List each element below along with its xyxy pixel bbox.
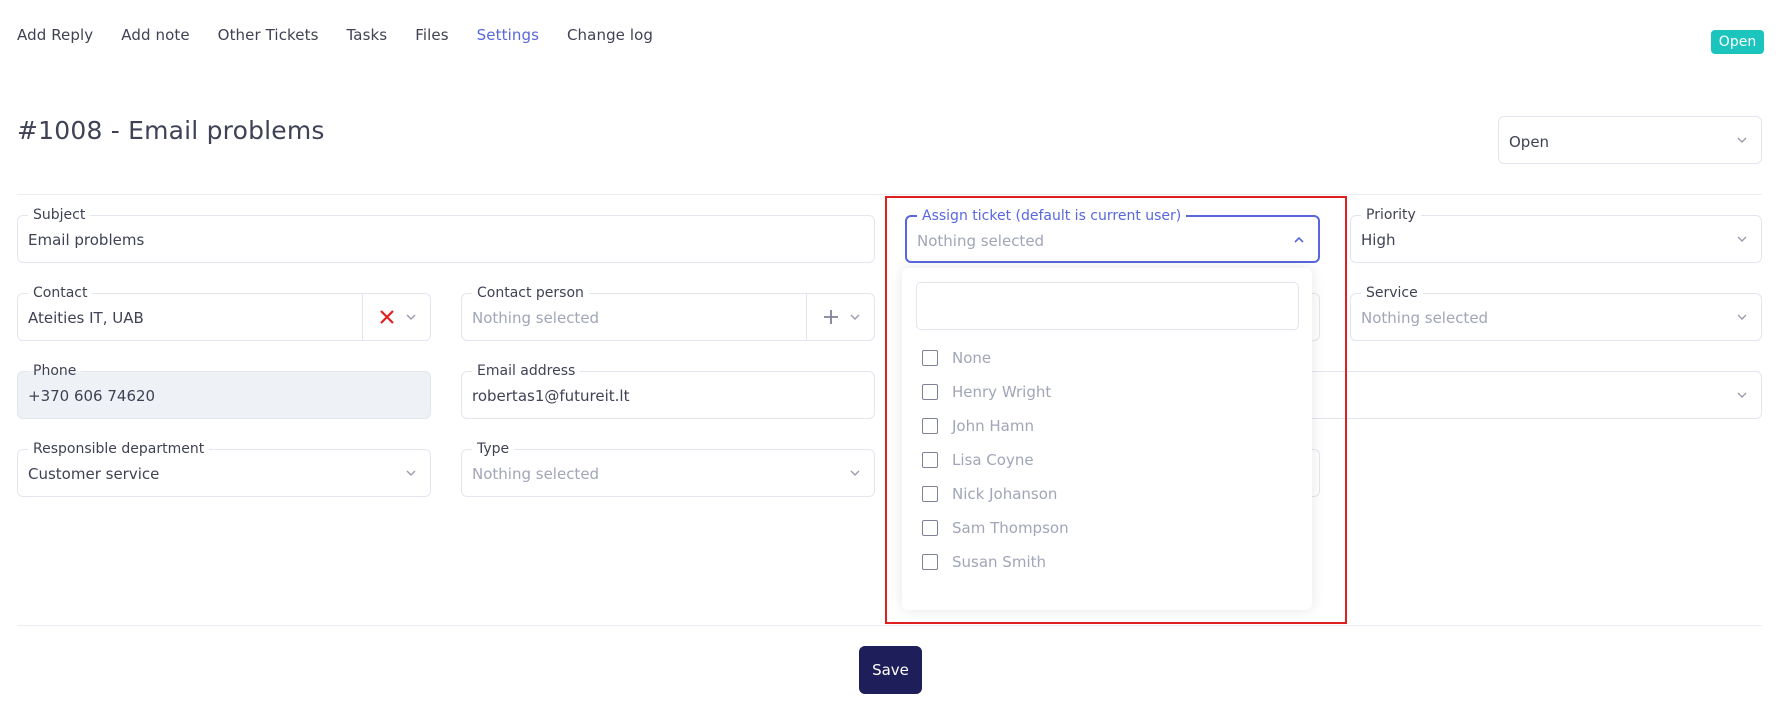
clear-x-icon[interactable] [376,306,398,328]
option-label: Nick Johanson [952,485,1058,503]
chevron-down-icon [1737,236,1747,242]
chevron-down-icon [406,314,416,320]
department-value: Customer service [28,465,160,483]
assign-ticket-select[interactable]: Assign ticket (default is current user) … [905,207,1320,263]
checkbox[interactable] [922,452,938,468]
contact-person-label: Contact person [472,284,589,302]
checkbox[interactable] [922,350,938,366]
subject-value: Email problems [28,231,145,249]
assign-option-none[interactable]: None [922,346,991,370]
footer-divider [17,625,1762,626]
nav-other-tickets[interactable]: Other Tickets [218,26,319,44]
nav-add-note[interactable]: Add note [121,26,189,44]
service-select[interactable]: Service Nothing selected [1350,284,1762,341]
contact-value: Ateities IT, UAB [28,309,144,327]
phone-field: Phone +370 606 74620 [17,362,431,419]
service-placeholder: Nothing selected [1361,309,1489,327]
chevron-down-icon [1737,392,1747,398]
type-placeholder: Nothing selected [472,465,600,483]
plus-icon[interactable] [820,306,842,328]
contact-separator [362,294,363,340]
type-label: Type [472,440,515,458]
nav-add-reply[interactable]: Add Reply [17,26,93,44]
option-label: Henry Wright [952,383,1052,401]
option-label: None [952,349,992,367]
ticket-nav: Add Reply Add note Other Tickets Tasks F… [17,26,681,44]
status-badge: Open [1711,30,1764,54]
department-select[interactable]: Responsible department Customer service [17,440,431,497]
email-value: robertas1@futureit.lt [472,387,630,405]
nav-tasks[interactable]: Tasks [347,26,388,44]
nav-change-log[interactable]: Change log [567,26,653,44]
option-label: John Hamn [952,417,1034,435]
chevron-down-icon [1737,137,1747,143]
contact-label: Contact [28,284,93,302]
assign-search-input[interactable] [916,282,1299,330]
option-label: Susan Smith [952,553,1046,571]
phone-value: +370 606 74620 [28,387,156,405]
chevron-down-icon [1737,314,1747,320]
assign-option-lisa-coyne[interactable]: Lisa Coyne [922,448,1034,472]
assign-ticket-dropdown: None Henry Wright John Hamn Lisa Coyne N… [902,268,1312,610]
chevron-down-icon [850,470,860,476]
ticket-status-select[interactable]: Open [1498,116,1762,164]
service-label: Service [1361,284,1423,302]
type-select[interactable]: Type Nothing selected [461,440,875,497]
checkbox[interactable] [922,520,938,536]
phone-label: Phone [28,362,82,380]
subject-field[interactable]: Subject Email problems [17,206,875,263]
assign-option-susan-smith[interactable]: Susan Smith [922,550,1046,574]
checkbox[interactable] [922,418,938,434]
email-field[interactable]: Email address robertas1@futureit.lt [461,362,875,419]
assign-option-henry-wright[interactable]: Henry Wright [922,380,1051,404]
checkbox[interactable] [922,554,938,570]
assign-option-john-hamn[interactable]: John Hamn [922,414,1034,438]
assign-option-sam-thompson[interactable]: Sam Thompson [922,516,1069,540]
assign-ticket-label: Assign ticket (default is current user) [917,207,1187,225]
page-title: #1008 - Email problems [17,116,325,145]
option-label: Sam Thompson [952,519,1069,537]
contact-select[interactable]: Contact Ateities IT, UAB [17,284,431,341]
chevron-down-icon [850,314,860,320]
email-label: Email address [472,362,581,380]
chevron-up-icon [1294,236,1304,243]
option-label: Lisa Coyne [952,451,1034,469]
header-divider [17,194,1762,195]
nav-settings[interactable]: Settings [477,26,539,44]
priority-label: Priority [1361,206,1421,224]
department-label: Responsible department [28,440,210,458]
contact-person-select[interactable]: Contact person Nothing selected [461,284,875,341]
assign-option-nick-johanson[interactable]: Nick Johanson [922,482,1057,506]
contact-person-separator [806,294,807,340]
checkbox[interactable] [922,486,938,502]
chevron-down-icon [406,470,416,476]
nav-files[interactable]: Files [415,26,448,44]
priority-value: High [1361,231,1396,249]
assign-ticket-placeholder: Nothing selected [917,232,1045,250]
contact-person-placeholder: Nothing selected [472,309,600,327]
ticket-status-value: Open [1509,133,1550,151]
priority-select[interactable]: Priority High [1350,206,1762,263]
save-button[interactable]: Save [859,646,922,694]
checkbox[interactable] [922,384,938,400]
subject-label: Subject [28,206,91,224]
